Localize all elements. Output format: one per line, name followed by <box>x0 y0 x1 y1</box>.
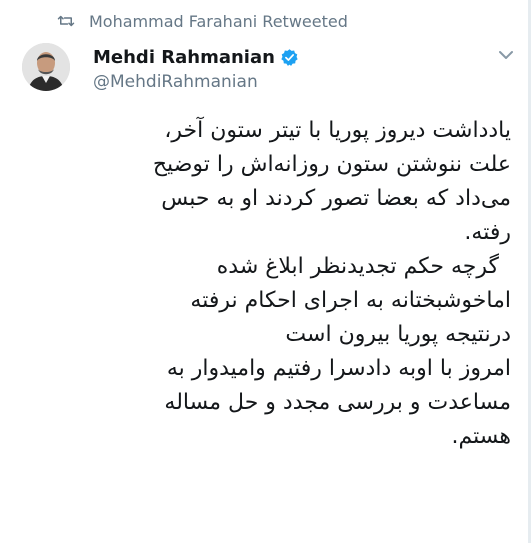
tweet-line: رفته. <box>464 220 511 245</box>
tweet-line: اماخوشبختانه به اجرای احکام نرفته <box>190 288 511 313</box>
display-name-row: Mehdi Rahmanian <box>93 44 299 70</box>
tweet-line: درنتیجه پوریا بیرون است <box>285 322 511 347</box>
chevron-down-icon[interactable] <box>499 50 513 60</box>
author-block: Mehdi Rahmanian @MehdiRahmanian <box>93 44 299 92</box>
retweet-context: Mohammad Farahani Retweeted <box>57 9 348 33</box>
tweet-line: امروز با اوبه دادسرا رفتیم وامیدوار به <box>166 356 511 381</box>
tweet-line: هستم. <box>451 424 511 449</box>
tweet-line: مساعدت و بررسی مجدد و حل مساله <box>164 390 511 415</box>
verified-badge-icon <box>281 48 298 66</box>
tweet-line: گرچه حکم تجدیدنظر ابلاغ شده <box>216 254 499 279</box>
avatar-image <box>22 43 70 91</box>
display-name[interactable]: Mehdi Rahmanian <box>93 47 275 68</box>
tweet-card[interactable]: Mohammad Farahani Retweeted Mehdi Rahman… <box>0 0 531 543</box>
tweet-line: می‌داد که بعضا تصور کردند او به حبس <box>161 186 511 211</box>
tweet-text: یادداشت دیروز پوریا با تیتر ستون آخر، عل… <box>11 114 511 454</box>
tweet-line: یادداشت دیروز پوریا با تیتر ستون آخر، <box>164 118 511 143</box>
avatar[interactable] <box>22 43 70 91</box>
author-handle[interactable]: @MehdiRahmanian <box>93 72 299 92</box>
retweet-label[interactable]: Mohammad Farahani Retweeted <box>89 12 348 31</box>
retweet-icon <box>57 15 75 27</box>
tweet-line: علت ننوشتن ستون روزانه‌اش را توضیح <box>152 152 511 177</box>
